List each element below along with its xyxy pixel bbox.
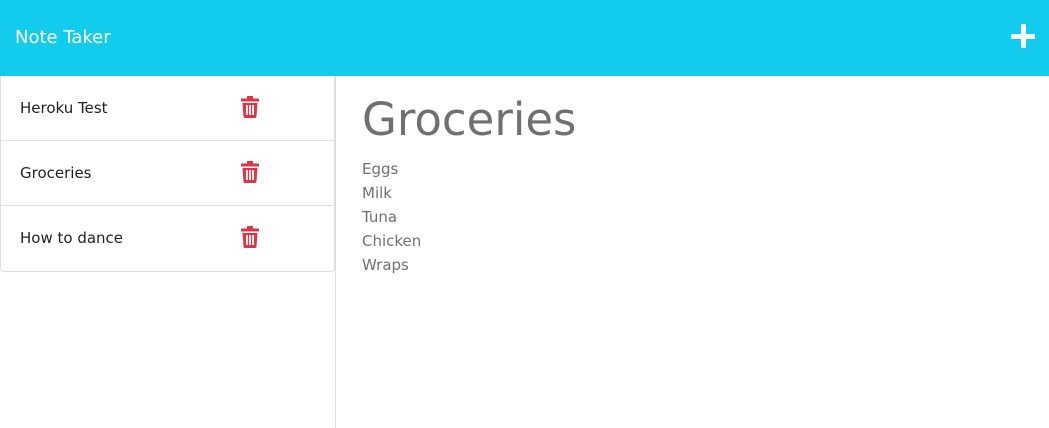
note-list-item[interactable]: How to dance	[1, 206, 334, 271]
note-text-line: Chicken	[362, 232, 422, 250]
note-list-item[interactable]: Groceries	[1, 141, 334, 206]
note-text-line: Tuna	[362, 208, 398, 226]
sidebar: Heroku Test Groceries How to dance	[0, 76, 336, 428]
trash-icon[interactable]	[241, 161, 259, 183]
note-list-item-title[interactable]: Groceries	[20, 163, 92, 183]
navbar: Note Taker	[0, 0, 1049, 76]
trash-icon[interactable]	[241, 226, 259, 248]
note-title-field[interactable]: Groceries	[362, 92, 576, 148]
note-text-line: Eggs	[362, 160, 399, 178]
note-text-field[interactable]: Eggs Milk Tuna Chicken Wraps	[362, 157, 421, 277]
note-list: Heroku Test Groceries How to dance	[0, 76, 335, 272]
note-text-line: Wraps	[362, 256, 409, 274]
note-list-item[interactable]: Heroku Test	[1, 76, 334, 141]
note-text-line: Milk	[362, 184, 392, 202]
note-list-item-title[interactable]: How to dance	[20, 228, 123, 248]
note-list-item-title[interactable]: Heroku Test	[20, 98, 108, 118]
note-editor: Groceries Eggs Milk Tuna Chicken Wraps	[336, 76, 1049, 428]
app-title[interactable]: Note Taker	[15, 26, 111, 50]
trash-icon[interactable]	[241, 96, 259, 118]
new-note-button[interactable]	[1011, 24, 1037, 50]
